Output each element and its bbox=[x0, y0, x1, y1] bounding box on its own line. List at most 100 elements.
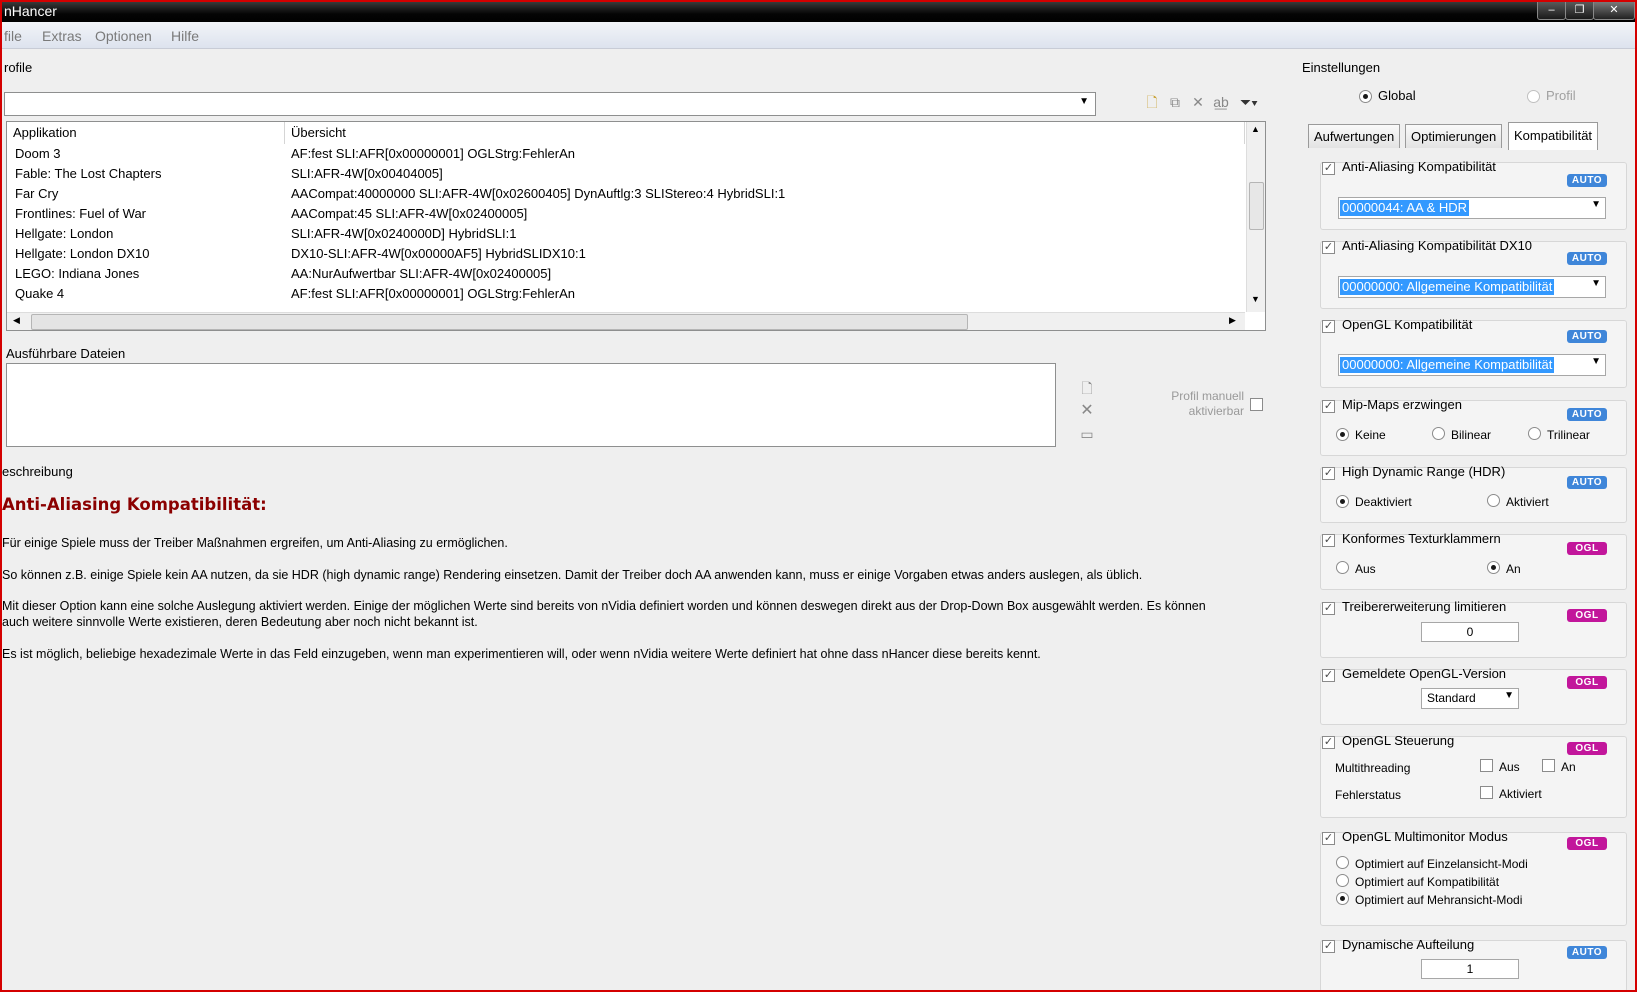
scope-profile-radio[interactable] bbox=[1527, 90, 1540, 103]
profile-table: Applikation Übersicht Doom 3 AF:fest SLI:… bbox=[6, 121, 1266, 331]
filter-icon[interactable]: ⏷▾ bbox=[1236, 94, 1262, 110]
table-row-overview[interactable]: AA:NurAufwertbar SLI:AFR-4W[0x02400005] bbox=[291, 264, 551, 284]
menu-hilfe[interactable]: Hilfe bbox=[171, 28, 199, 44]
table-row-overview[interactable]: AACompat:40000000 SLI:AFR-4W[0x02600405]… bbox=[291, 184, 785, 204]
copy-profile-icon[interactable]: ⧉ bbox=[1167, 94, 1183, 110]
tab-aufwertungen[interactable]: Aufwertungen bbox=[1308, 124, 1401, 148]
ogl-control-checkbox[interactable]: ✓ bbox=[1322, 736, 1335, 749]
hdr-checkbox[interactable]: ✓ bbox=[1322, 467, 1335, 480]
dyn-split-input[interactable]: 1 bbox=[1421, 959, 1519, 979]
hdr-deaktiviert-radio[interactable] bbox=[1336, 495, 1349, 508]
description-heading: Anti-Aliasing Kompatibilität: bbox=[2, 495, 267, 514]
multimonitor-single-radio[interactable] bbox=[1336, 856, 1349, 869]
column-header-overview[interactable]: Übersicht bbox=[285, 122, 1245, 144]
table-row-app[interactable]: Hellgate: London DX10 bbox=[15, 244, 149, 264]
multimonitor-label: OpenGL Multimonitor Modus bbox=[1342, 829, 1508, 844]
ogl-control-label: OpenGL Steuerung bbox=[1342, 733, 1455, 748]
table-row-app[interactable]: Doom 3 bbox=[15, 144, 61, 164]
ogl-version-select[interactable]: Standard ▼ bbox=[1421, 688, 1519, 709]
hdr-aktiviert-radio[interactable] bbox=[1487, 494, 1500, 507]
menu-file[interactable]: file bbox=[4, 28, 22, 44]
rename-profile-icon[interactable]: a͟b bbox=[1213, 94, 1229, 110]
dyn-split-checkbox[interactable]: ✓ bbox=[1322, 940, 1335, 953]
tab-kompatibilitaet[interactable]: Kompatibilität bbox=[1508, 122, 1599, 150]
ext-limit-checkbox[interactable]: ✓ bbox=[1322, 602, 1335, 615]
fehlerstatus-checkbox[interactable] bbox=[1480, 786, 1493, 799]
table-row-overview[interactable]: SLI:AFR-4W[0x0240000D] HybridSLI:1 bbox=[291, 224, 516, 244]
table-row-app[interactable]: Fable: The Lost Chapters bbox=[15, 164, 161, 184]
tab-optimierungen[interactable]: Optimierungen bbox=[1405, 124, 1503, 148]
aa-compat-dx10-select[interactable]: 00000000: Allgemeine Kompatibilität ▼ bbox=[1338, 276, 1606, 298]
add-file-icon[interactable]: 🗋 bbox=[1079, 380, 1095, 396]
ext-limit-input[interactable]: 0 bbox=[1421, 622, 1519, 642]
aa-compat-checkbox[interactable]: ✓ bbox=[1322, 162, 1335, 175]
restore-button[interactable]: ❐ bbox=[1565, 2, 1594, 20]
multithreading-aus-label: Aus bbox=[1499, 760, 1520, 774]
table-row-app[interactable]: Hellgate: London bbox=[15, 224, 113, 244]
aa-compat-label: Anti-Aliasing Kompatibilität bbox=[1342, 159, 1496, 174]
delete-profile-icon[interactable]: ✕ bbox=[1190, 94, 1206, 110]
texclamp-aus-radio[interactable] bbox=[1336, 561, 1349, 574]
horizontal-scroll-thumb[interactable] bbox=[31, 314, 968, 330]
table-row-app[interactable]: Quake 4 bbox=[15, 284, 64, 304]
horizontal-scrollbar[interactable]: ◀ ▶ bbox=[7, 312, 1245, 330]
profile-combo[interactable]: ▼ bbox=[4, 92, 1096, 116]
mipmaps-trilinear-radio[interactable] bbox=[1528, 427, 1541, 440]
fehlerstatus-label: Fehlerstatus bbox=[1335, 788, 1402, 802]
multithreading-an-checkbox[interactable] bbox=[1542, 759, 1555, 772]
executables-list[interactable] bbox=[6, 363, 1056, 447]
remove-file-icon[interactable]: ✕ bbox=[1079, 403, 1095, 419]
table-row-overview[interactable]: AF:fest SLI:AFR[0x00000001] OGLStrg:Fehl… bbox=[291, 284, 575, 304]
ogl-version-label: Gemeldete OpenGL-Version bbox=[1342, 666, 1507, 681]
menu-optionen[interactable]: Optionen bbox=[95, 28, 152, 44]
column-header-app[interactable]: Applikation bbox=[7, 122, 285, 144]
ogl-compat-select[interactable]: 00000000: Allgemeine Kompatibilität ▼ bbox=[1338, 354, 1606, 376]
dyn-split-label: Dynamische Aufteilung bbox=[1342, 937, 1475, 952]
texclamp-checkbox[interactable]: ✓ bbox=[1322, 534, 1335, 547]
scroll-up-icon[interactable]: ▲ bbox=[1251, 124, 1260, 134]
table-row-app[interactable]: Frontlines: Fuel of War bbox=[15, 204, 146, 224]
vertical-scroll-thumb[interactable] bbox=[1249, 182, 1264, 230]
new-profile-icon[interactable]: 🗋 bbox=[1144, 94, 1160, 110]
minimize-button[interactable]: – bbox=[1537, 2, 1566, 20]
auto-badge: AUTO bbox=[1567, 946, 1607, 959]
mipmaps-checkbox[interactable]: ✓ bbox=[1322, 400, 1335, 413]
vertical-scrollbar[interactable]: ▲ ▼ bbox=[1246, 122, 1265, 312]
ogl-badge: OGL bbox=[1567, 837, 1607, 850]
multimonitor-compat-radio[interactable] bbox=[1336, 874, 1349, 887]
aa-compat-value: 00000044: AA & HDR bbox=[1340, 200, 1470, 216]
hdr-label: High Dynamic Range (HDR) bbox=[1342, 464, 1506, 479]
texclamp-label: Konformes Texturklammern bbox=[1342, 531, 1501, 546]
table-row-overview[interactable]: SLI:AFR-4W[0x00404005] bbox=[291, 164, 443, 184]
mipmaps-label: Mip-Maps erzwingen bbox=[1342, 397, 1462, 412]
close-button[interactable]: ✕ bbox=[1593, 2, 1635, 20]
scroll-left-icon[interactable]: ◀ bbox=[13, 315, 20, 326]
chevron-down-icon: ▼ bbox=[1591, 199, 1601, 210]
multimonitor-checkbox[interactable]: ✓ bbox=[1322, 832, 1335, 845]
ogl-compat-checkbox[interactable]: ✓ bbox=[1322, 320, 1335, 333]
scope-global-label: Global bbox=[1378, 88, 1416, 103]
table-row-overview[interactable]: AF:fest SLI:AFR[0x00000001] OGLStrg:Fehl… bbox=[291, 144, 575, 164]
table-row-overview[interactable]: DX10-SLI:AFR-4W[0x00000AF5] HybridSLIDX1… bbox=[291, 244, 586, 264]
folder-icon[interactable]: ▭ bbox=[1079, 426, 1095, 442]
ogl-version-checkbox[interactable]: ✓ bbox=[1322, 669, 1335, 682]
auto-badge: AUTO bbox=[1567, 330, 1607, 343]
mipmaps-bilinear-radio[interactable] bbox=[1432, 427, 1445, 440]
manual-activation-checkbox[interactable] bbox=[1250, 398, 1263, 411]
table-row-app[interactable]: Far Cry bbox=[15, 184, 58, 204]
scroll-right-icon[interactable]: ▶ bbox=[1229, 315, 1236, 326]
texclamp-an-radio[interactable] bbox=[1487, 561, 1500, 574]
mipmaps-bilinear-label: Bilinear bbox=[1451, 428, 1492, 442]
table-row-app[interactable]: LEGO: Indiana Jones bbox=[15, 264, 139, 284]
aa-compat-dx10-checkbox[interactable]: ✓ bbox=[1322, 241, 1335, 254]
multimonitor-multi-radio[interactable] bbox=[1336, 892, 1349, 905]
description-panel: Anti-Aliasing Kompatibilität: Für einige… bbox=[2, 492, 1277, 990]
multithreading-aus-checkbox[interactable] bbox=[1480, 759, 1493, 772]
menu-extras[interactable]: Extras bbox=[42, 28, 82, 44]
chevron-down-icon: ▼ bbox=[1591, 356, 1601, 367]
mipmaps-keine-radio[interactable] bbox=[1336, 428, 1349, 441]
scope-global-radio[interactable] bbox=[1359, 90, 1372, 103]
table-row-overview[interactable]: AACompat:45 SLI:AFR-4W[0x02400005] bbox=[291, 204, 527, 224]
aa-compat-select[interactable]: 00000044: AA & HDR ▼ bbox=[1338, 197, 1606, 219]
scroll-down-icon[interactable]: ▼ bbox=[1251, 294, 1260, 304]
